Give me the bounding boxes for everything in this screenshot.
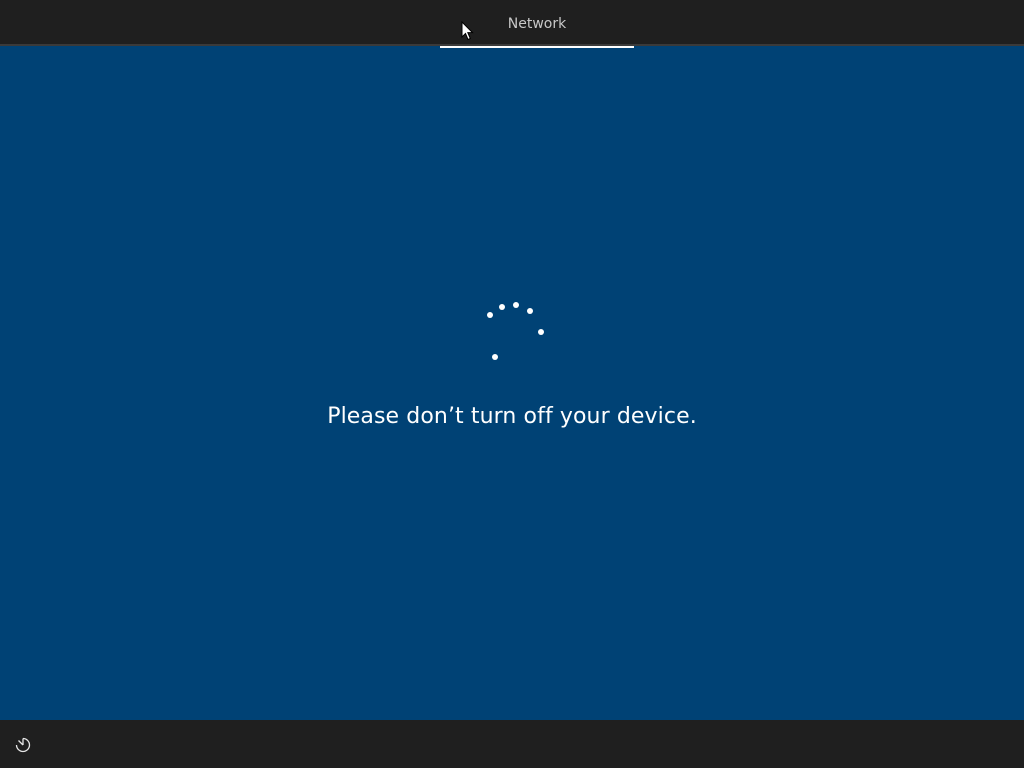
spinner-dot bbox=[487, 312, 493, 318]
spinner-dot bbox=[499, 304, 505, 310]
spinner-dot bbox=[492, 354, 498, 360]
spinner-dot bbox=[538, 329, 544, 335]
status-message: Please don’t turn off your device. bbox=[327, 404, 697, 429]
spinner-dot bbox=[527, 308, 533, 314]
tab-network-label: Network bbox=[507, 16, 567, 32]
mouse-cursor-icon bbox=[461, 21, 474, 41]
spinner-dot bbox=[513, 302, 519, 308]
tab-active-indicator bbox=[440, 46, 634, 48]
loading-spinner-icon bbox=[480, 296, 550, 366]
top-bar: Network bbox=[0, 0, 1024, 48]
oobe-screen: Network Please don’t turn off your devic… bbox=[0, 0, 1024, 768]
bottom-bar bbox=[0, 720, 1024, 768]
ease-of-access-icon[interactable] bbox=[14, 736, 32, 754]
